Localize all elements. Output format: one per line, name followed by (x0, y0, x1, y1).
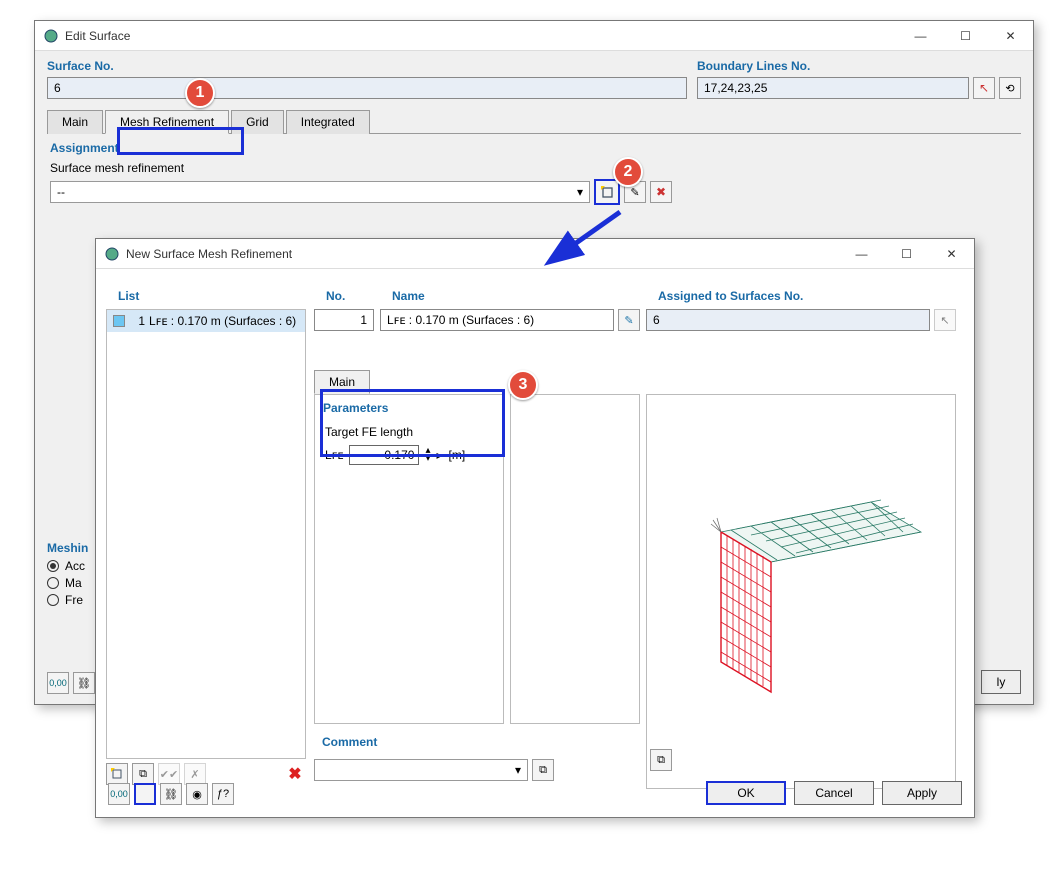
tab-grid[interactable]: Grid (231, 110, 284, 134)
tab-mesh-refinement[interactable]: Mesh Refinement (105, 110, 229, 134)
parameters-panel: Parameters Target FE length Lꜰᴇ ▴▾ ▸ [m] (314, 394, 504, 724)
cancel-button[interactable]: Cancel (794, 781, 874, 805)
app-icon-2 (104, 246, 120, 262)
view-icon[interactable]: ◉ (186, 783, 208, 805)
units-icon[interactable]: 0,00 (108, 783, 130, 805)
chevron-down-icon: ▾ (515, 763, 521, 777)
parameters-label: Parameters (315, 395, 503, 421)
list-item-text: Lꜰᴇ : 0.170 m (Surfaces : 6) (149, 314, 296, 328)
filter-icon[interactable]: ƒ? (212, 783, 234, 805)
target-fe-label: Target FE length (315, 421, 503, 443)
app-icon (43, 28, 59, 44)
list-delete-icon[interactable]: ✖ (284, 763, 306, 785)
comment-dropdown[interactable]: ▾ (314, 759, 528, 781)
surface-no-label: Surface No. (47, 59, 687, 73)
lfe-label: Lꜰᴇ (325, 448, 343, 462)
lfe-input[interactable] (349, 445, 419, 465)
preview-options-icon[interactable]: ⧉ (650, 749, 672, 771)
list-new-icon[interactable] (106, 763, 128, 785)
list-item[interactable]: 1 Lꜰᴇ : 0.170 m (Surfaces : 6) (107, 310, 305, 332)
boundary-lines-label: Boundary Lines No. (697, 59, 1021, 73)
inner-tabs: Main (314, 369, 372, 393)
tab-main[interactable]: Main (47, 110, 103, 134)
tabs: Main Mesh Refinement Grid Integrated (47, 109, 1021, 134)
boundary-lines-input[interactable] (697, 77, 969, 99)
tab-integrated[interactable]: Integrated (286, 110, 370, 134)
no-label: No. (318, 283, 353, 309)
list-panel: 1 Lꜰᴇ : 0.170 m (Surfaces : 6) (106, 309, 306, 759)
comment-label: Comment (314, 729, 554, 755)
color-icon[interactable] (134, 783, 156, 805)
assignment-label: Assignment (50, 141, 684, 155)
list-check-icon: ✔✔ (158, 763, 180, 785)
maximize-button[interactable]: ☐ (943, 21, 988, 51)
lfe-unit: [m] (449, 448, 466, 462)
mesh-refinement-dropdown[interactable]: -- ▾ (50, 181, 590, 203)
name-input[interactable] (380, 309, 614, 331)
close-button-2[interactable]: ✕ (929, 239, 974, 269)
delete-refinement-button[interactable]: ✖ (650, 181, 672, 203)
assigned-pick-icon[interactable]: ↖ (934, 309, 956, 331)
tab-main-inner[interactable]: Main (314, 370, 370, 394)
axes-icon[interactable]: ⛓ (160, 783, 182, 805)
list-uncheck-icon: ✗ (184, 763, 206, 785)
rename-icon[interactable]: ✎ (618, 309, 640, 331)
annotation-badge-2: 2 (613, 157, 643, 187)
name-label: Name (384, 283, 433, 309)
apply-button[interactable]: Apply (882, 781, 962, 805)
blank-panel (510, 394, 640, 724)
list-item-index: 1 (131, 314, 145, 328)
dialog-buttons: OK Cancel Apply (706, 781, 962, 805)
apply-button-parent[interactable]: ly (981, 670, 1021, 694)
new-refinement-window: New Surface Mesh Refinement — ☐ ✕ List 1… (95, 238, 975, 818)
assigned-label: Assigned to Surfaces No. (650, 283, 811, 309)
dropdown-value: -- (57, 185, 65, 199)
list-label: List (110, 283, 147, 309)
surface-no-input[interactable] (47, 77, 687, 99)
preview-panel (646, 394, 956, 789)
list-toolbar: ⧉ ✔✔ ✗ ✖ (106, 763, 306, 785)
assigned-input[interactable] (646, 309, 930, 331)
no-input[interactable] (314, 309, 374, 331)
surface-mesh-refinement-label: Surface mesh refinement (50, 161, 684, 175)
minimize-button[interactable]: — (898, 21, 943, 51)
window2-title: New Surface Mesh Refinement (126, 247, 292, 261)
titlebar-2: New Surface Mesh Refinement — ☐ ✕ (96, 239, 974, 269)
window-title: Edit Surface (65, 29, 130, 43)
dialog-toolbar: 0,00 ⛓ ◉ ƒ? (108, 783, 234, 805)
maximize-button-2[interactable]: ☐ (884, 239, 929, 269)
list-copy-icon[interactable]: ⧉ (132, 763, 154, 785)
ok-button[interactable]: OK (706, 781, 786, 805)
misc-button-1[interactable]: ⛓ (73, 672, 95, 694)
color-swatch (113, 315, 125, 327)
titlebar: Edit Surface — ☐ ✕ (35, 21, 1033, 51)
units-button[interactable]: 0,00 (47, 672, 69, 694)
chevron-down-icon: ▾ (577, 185, 583, 199)
close-button[interactable]: ✕ (988, 21, 1033, 51)
revert-icon[interactable]: ⟲ (999, 77, 1021, 99)
new-refinement-button[interactable] (594, 179, 620, 205)
spinner-icon[interactable]: ▴▾ (425, 447, 430, 463)
mesh-preview-icon (671, 462, 931, 722)
annotation-badge-3: 3 (508, 370, 538, 400)
annotation-badge-1: 1 (185, 78, 215, 108)
minimize-button-2[interactable]: — (839, 239, 884, 269)
comment-manage-icon[interactable]: ⧉ (532, 759, 554, 781)
pick-icon[interactable]: ↖ (973, 77, 995, 99)
lfe-play-icon[interactable]: ▸ (436, 448, 442, 462)
